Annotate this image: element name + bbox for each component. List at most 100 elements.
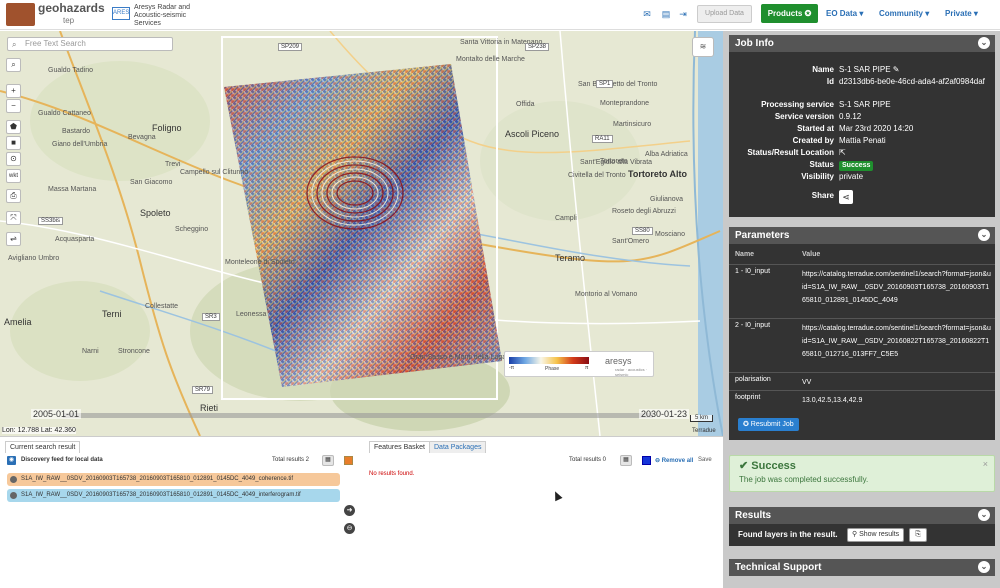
feed-total: Total results 2 [272, 457, 310, 463]
map-place: Campli [555, 215, 577, 222]
legend-min: -π [509, 365, 515, 371]
map-place: Civitella del Tronto [568, 172, 626, 179]
param-name: polarisation [735, 376, 771, 383]
envelope-icon[interactable]: ✉ [641, 8, 653, 20]
chevron-down-icon[interactable]: ⌄ [978, 561, 990, 573]
rss-icon[interactable]: ◉ [7, 456, 16, 465]
found-layers-text: Found layers in the result. [738, 530, 838, 539]
legend-max: π [585, 365, 589, 371]
param-value: https://catalog.terradue.com/sentinel1/s… [802, 271, 991, 304]
success-alert: ✔ Success The job was completed successf… [729, 455, 995, 492]
tab-data-packages[interactable]: Data Packages [429, 441, 487, 453]
results-header[interactable]: Results ⌄ [729, 507, 995, 524]
print-button[interactable]: ⎙ [6, 189, 21, 203]
draw-polygon-button[interactable]: ⬟ [6, 120, 21, 134]
brand-subtitle: tep [63, 16, 75, 25]
basket-color-swatch[interactable] [642, 456, 651, 465]
chevron-down-icon[interactable]: ⌄ [978, 229, 990, 241]
search-icon: ⌕ [12, 40, 17, 49]
geohazards-logo[interactable] [6, 3, 35, 26]
free-text-search-input[interactable]: ⌕ Free Text Search [7, 37, 173, 51]
globe-icon [10, 476, 17, 483]
no-results-message: No results found. [369, 471, 415, 477]
info-key: Status/Result Location [747, 148, 834, 157]
road-label: SR3 [202, 313, 220, 321]
wkt-button[interactable]: wkt [6, 169, 21, 183]
chevron-down-icon[interactable]: ⌄ [978, 37, 990, 49]
close-icon[interactable]: × [983, 459, 988, 469]
map-attribution[interactable]: Terradue [692, 428, 716, 434]
param-value: VV [802, 379, 812, 386]
zoom-out-button[interactable]: − [6, 99, 21, 113]
fullscreen-button[interactable]: ⤧ [6, 211, 21, 225]
sign-out-icon[interactable]: ⇥ [677, 8, 689, 20]
technical-support-header[interactable]: Technical Support ⌄ [729, 559, 995, 576]
map-place: Acquasparta [55, 236, 95, 243]
map-place: Foligno [152, 123, 182, 133]
swipe-button[interactable]: ⇌ [6, 232, 21, 246]
map-place: Offida [516, 101, 535, 108]
road-label: SP209 [278, 43, 303, 51]
top-navbar: geohazards tep ARES Aresys Radar and Aco… [0, 0, 1000, 30]
job-info-header[interactable]: Job Info ⌄ [729, 35, 995, 52]
resubmit-job-button[interactable]: ✪ Resubmit Job [738, 418, 799, 431]
draw-point-button[interactable]: ⊙ [6, 152, 21, 166]
feed-table-button[interactable]: ▦ [322, 455, 334, 466]
upload-data-button[interactable]: Upload Data [697, 5, 752, 23]
save-button[interactable]: Save [698, 457, 712, 463]
result-name: S1A_IW_RAW__0SDV_20160903T165738_2016090… [21, 476, 293, 482]
map-place: Roseto degli Abruzzi [612, 208, 676, 215]
scale-bar: 5 km [690, 415, 714, 422]
map-place: Terni [102, 309, 122, 319]
menu-eo-data[interactable]: EO Data ▾ [826, 9, 863, 18]
param-col-value: Value [802, 251, 821, 258]
parameters-header[interactable]: Parameters ⌄ [729, 227, 995, 244]
result-item-interferogram[interactable]: S1A_IW_RAW__0SDV_20160903T165738_2016090… [7, 489, 340, 502]
map-view[interactable]: Santa Vittoria in Matenano Montalto dell… [0, 31, 723, 436]
remove-all-button[interactable]: ⊖ Remove all [655, 457, 693, 464]
job-info-body: Name S-1 SAR PIPE ✎ Id d2313db6-be0e-46cd-… [729, 52, 995, 217]
next-page-icon[interactable]: ➜ [344, 505, 355, 516]
globe-icon [10, 492, 17, 499]
map-place: Teramo [555, 253, 586, 263]
map-place: Campello sul Clitunno [180, 169, 249, 176]
external-link-icon[interactable]: ⇱ [839, 147, 989, 158]
menu-private[interactable]: Private ▾ [945, 9, 978, 18]
tab-current-search-result[interactable]: Current search result [5, 441, 81, 453]
draw-rectangle-button[interactable]: ■ [6, 136, 21, 150]
tab-features-basket[interactable]: Features Basket [369, 441, 430, 453]
success-message: The job was completed successfully. [739, 475, 869, 484]
map-place: Sant'Omero [612, 238, 650, 245]
result-item-coherence[interactable]: S1A_IW_RAW__0SDV_20160903T165738_2016090… [7, 473, 340, 486]
job-info-title: Job Info [735, 38, 774, 49]
feed-color-swatch[interactable] [344, 456, 353, 465]
param-row: footprint 13.0,42.5,13.4,42.9 [729, 390, 995, 408]
timeline[interactable]: 2005-01-01 2030-01-23 [25, 409, 690, 422]
zoom-in-button[interactable]: + [6, 84, 21, 98]
param-col-name: Name [735, 251, 755, 258]
timeline-bar[interactable] [63, 413, 653, 418]
info-key: Processing service [761, 100, 834, 109]
info-value: S-1 SAR PIPE [839, 100, 891, 109]
share-icon[interactable]: ⋖ [839, 190, 853, 204]
parameters-title: Parameters [735, 230, 790, 241]
chevron-down-icon[interactable]: ⌄ [978, 509, 990, 521]
previous-page-icon[interactable]: ⊖ [344, 523, 355, 534]
layers-button[interactable]: ≋ [692, 37, 714, 57]
status-badge: Success [839, 161, 874, 171]
map-place: Tortoreto Alto [628, 169, 687, 179]
info-value[interactable]: S-1 SAR PIPE ✎ [839, 64, 989, 75]
map-place: Scheggino [175, 226, 209, 233]
products-button[interactable]: Products ✪ [761, 4, 818, 23]
map-place: Montalto delle Marche [456, 56, 525, 63]
basket-table-button[interactable]: ▦ [620, 455, 632, 466]
file-icon[interactable]: ▤ [660, 8, 672, 20]
search-tool-button[interactable]: ⌕ [6, 58, 21, 72]
brand-name[interactable]: geohazards [38, 1, 105, 15]
param-value: 13.0,42.5,13.4,42.9 [802, 397, 863, 404]
aresys-logo: aresys [605, 356, 632, 366]
results-body: Found layers in the result. ⚲ Show resul… [729, 524, 995, 546]
menu-community[interactable]: Community ▾ [879, 9, 929, 18]
copy-button[interactable]: ⎘ [909, 528, 927, 542]
show-results-button[interactable]: ⚲ Show results [847, 528, 905, 542]
